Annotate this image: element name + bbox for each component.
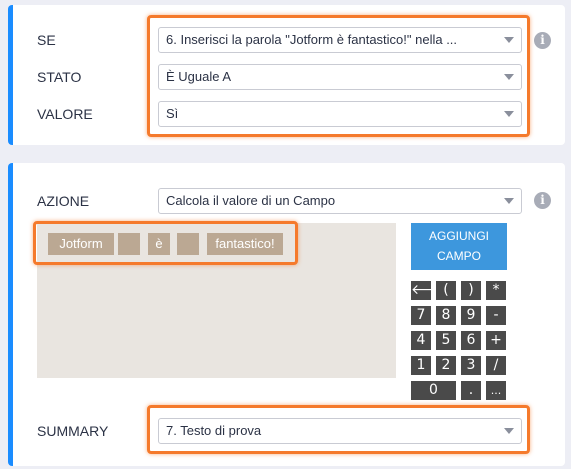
key-0[interactable]: 0 [411, 381, 456, 400]
add-field-button[interactable]: AGGIUNGI CAMPO [411, 223, 507, 270]
value-select[interactable]: Sì [158, 101, 522, 127]
token-field-tag[interactable]: è [148, 233, 170, 255]
summary-value: 7. Testo di prova [166, 423, 262, 438]
action-label: AZIONE [37, 193, 90, 209]
key-6[interactable]: 6 [461, 331, 481, 350]
token-field-tag[interactable]: Jotform [48, 233, 114, 255]
action-value: Calcola il valore di un Campo [166, 193, 336, 208]
action-select[interactable]: Calcola il valore di un Campo [158, 188, 522, 214]
add-field-label-line1: AGGIUNGI [428, 229, 489, 243]
if-field-value: 6. Inserisci la parola "Jotform è fantas… [166, 32, 458, 47]
token-field-tag[interactable]: fantastico! [207, 233, 283, 255]
card-accent-bar [8, 5, 13, 145]
plus-key[interactable]: + [486, 331, 506, 350]
info-icon[interactable]: i [534, 192, 551, 209]
state-label: STATO [37, 69, 82, 85]
if-field-select[interactable]: 6. Inserisci la parola "Jotform è fantas… [158, 27, 522, 53]
value-label: VALORE [37, 106, 93, 122]
state-value: È Uguale A [166, 69, 232, 84]
key-8[interactable]: 8 [436, 306, 456, 325]
calculation-editor[interactable]: Jotform è fantastico! [37, 223, 396, 378]
more-key[interactable]: ... [486, 381, 506, 400]
token-space-tag[interactable] [177, 233, 199, 255]
action-card: AZIONE Calcola il valore di un Campo i J… [8, 163, 565, 466]
key-9[interactable]: 9 [461, 306, 481, 325]
if-label: SE [37, 32, 56, 48]
key-7[interactable]: 7 [411, 306, 431, 325]
key-3[interactable]: 3 [461, 356, 481, 375]
chevron-down-icon [504, 198, 514, 204]
state-select[interactable]: È Uguale A [158, 64, 522, 90]
chevron-down-icon [504, 37, 514, 43]
close-paren-key[interactable]: ) [461, 281, 481, 300]
chevron-down-icon [504, 111, 514, 117]
add-field-label-line2: CAMPO [436, 249, 481, 263]
value-value: Sì [166, 106, 179, 121]
divide-key[interactable]: / [486, 356, 506, 375]
backspace-key[interactable]: 🡐 [411, 281, 449, 300]
key-5[interactable]: 5 [436, 331, 456, 350]
card-accent-bar [8, 163, 13, 466]
key-4[interactable]: 4 [411, 331, 431, 350]
info-icon[interactable]: i [534, 32, 551, 49]
summary-select[interactable]: 7. Testo di prova [158, 418, 522, 444]
dot-key[interactable]: . [461, 381, 481, 400]
condition-card: SE 6. Inserisci la parola "Jotform è fan… [8, 5, 565, 145]
open-paren-key[interactable]: ( [436, 281, 456, 300]
token-space-tag[interactable] [118, 233, 140, 255]
key-1[interactable]: 1 [411, 356, 431, 375]
chevron-down-icon [504, 428, 514, 434]
minus-key[interactable]: - [486, 306, 506, 325]
summary-label: SUMMARY [37, 423, 109, 439]
key-2[interactable]: 2 [436, 356, 456, 375]
chevron-down-icon [504, 74, 514, 80]
multiply-key[interactable]: * [486, 281, 506, 300]
